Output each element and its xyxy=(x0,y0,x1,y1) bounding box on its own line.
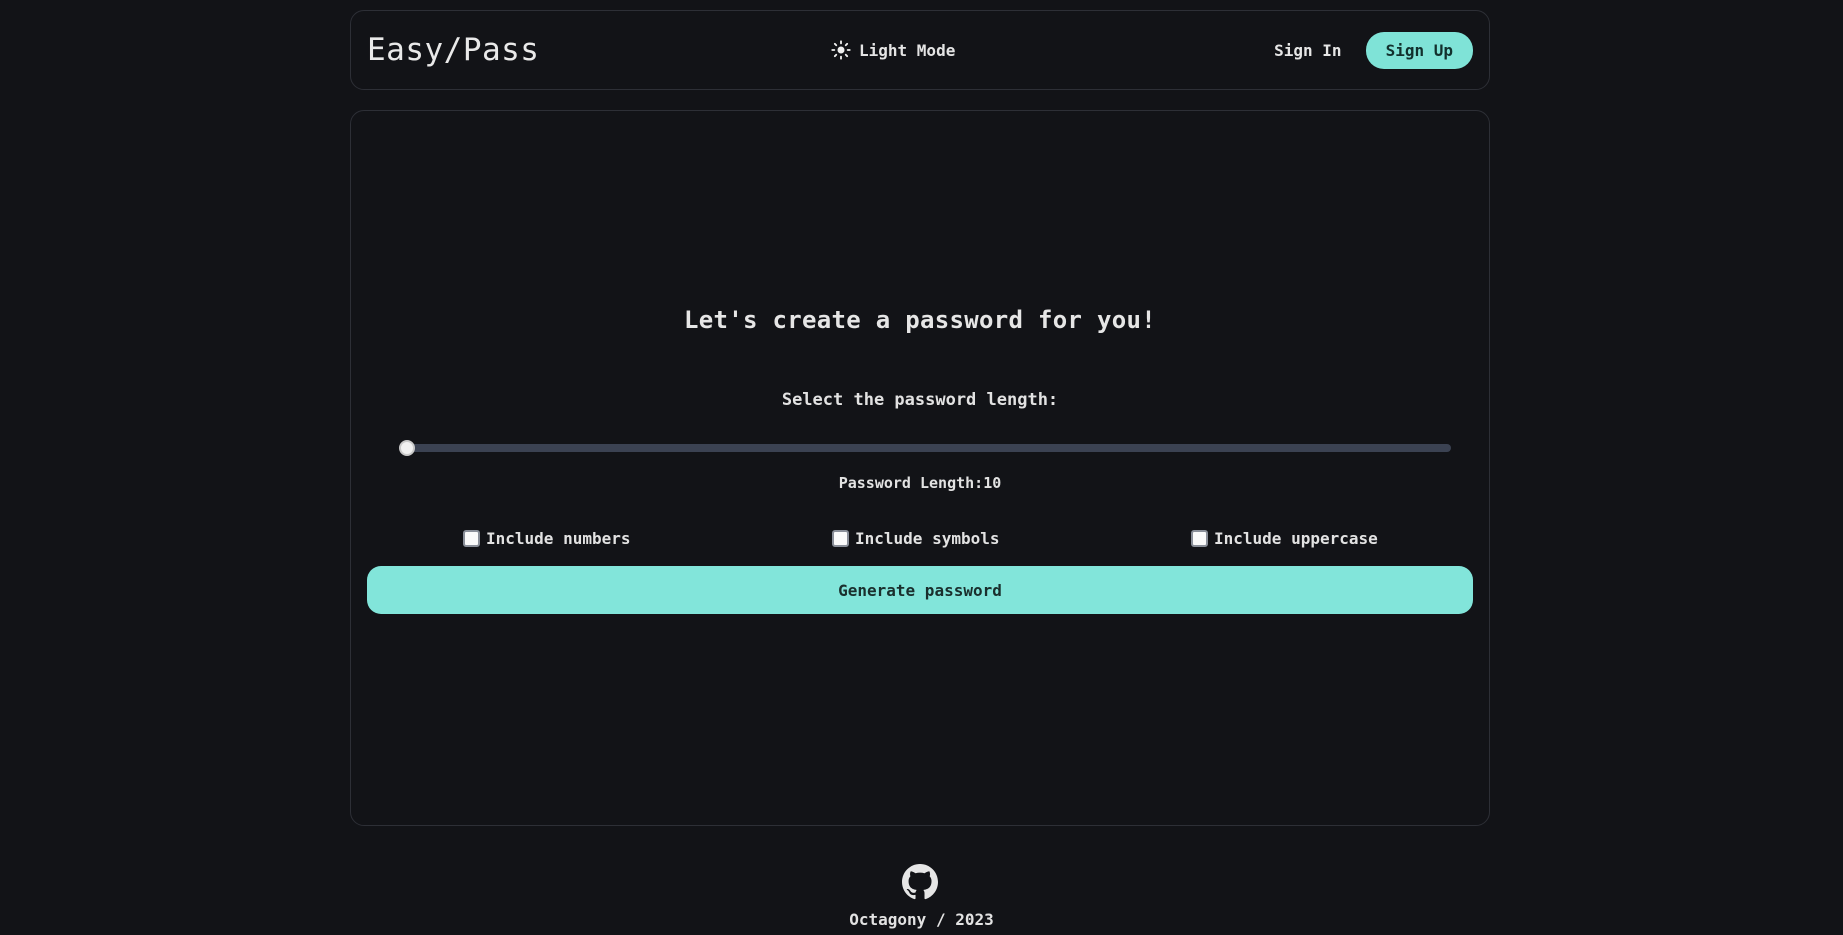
generate-password-button[interactable]: Generate password xyxy=(367,566,1473,614)
sun-icon xyxy=(831,40,851,60)
auth-actions: Sign In Sign Up xyxy=(1274,31,1473,69)
include-symbols-option[interactable]: Include symbols xyxy=(832,529,1000,548)
password-length-slider[interactable] xyxy=(399,440,1451,456)
footer-credit: Octagony / 2023 xyxy=(849,910,994,929)
include-symbols-label: Include symbols xyxy=(855,529,1000,548)
sign-in-button[interactable]: Sign In xyxy=(1274,41,1341,60)
page-title: Let's create a password for you! xyxy=(684,306,1156,334)
include-uppercase-checkbox[interactable] xyxy=(1191,530,1208,547)
light-mode-toggle[interactable]: Light Mode xyxy=(831,11,955,89)
include-symbols-checkbox[interactable] xyxy=(832,530,849,547)
top-navbar: Easy/Pass Light Mode Sign In Sign Up xyxy=(350,10,1490,90)
brand-logo[interactable]: Easy/Pass xyxy=(367,32,539,68)
length-prompt: Select the password length: xyxy=(781,390,1059,410)
include-numbers-checkbox[interactable] xyxy=(463,530,480,547)
include-uppercase-label: Include uppercase xyxy=(1214,529,1378,548)
password-length-readout: Password Length:10 xyxy=(838,474,1002,492)
sign-up-button[interactable]: Sign Up xyxy=(1365,31,1473,69)
slider-thumb[interactable] xyxy=(399,440,415,456)
password-generator-card: Let's create a password for you! Select … xyxy=(350,110,1490,826)
include-numbers-option[interactable]: Include numbers xyxy=(463,529,631,548)
include-numbers-label: Include numbers xyxy=(486,529,631,548)
include-uppercase-option[interactable]: Include uppercase xyxy=(1191,529,1378,548)
github-icon[interactable] xyxy=(902,864,938,900)
light-mode-label: Light Mode xyxy=(859,40,956,60)
